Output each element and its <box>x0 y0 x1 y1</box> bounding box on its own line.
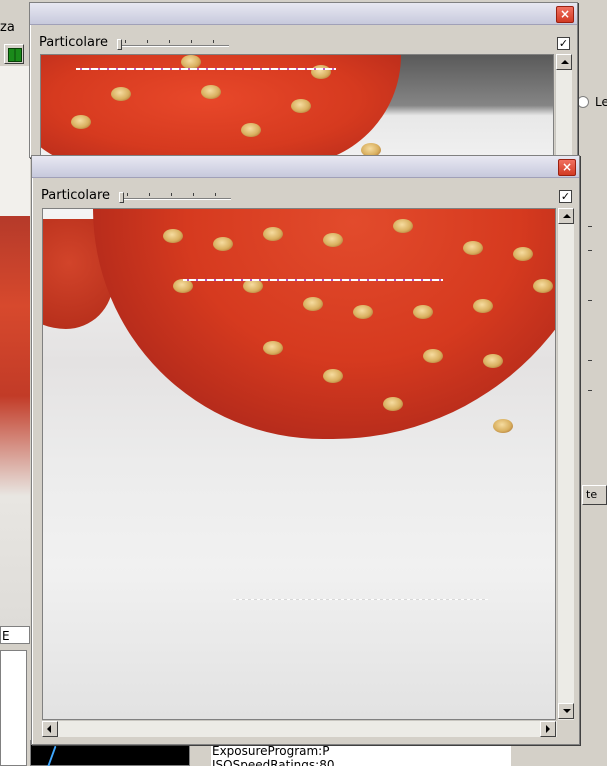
zoom-slider-thumb[interactable] <box>119 192 124 203</box>
scroll-right-icon[interactable] <box>540 721 556 737</box>
seed <box>303 297 323 311</box>
seed <box>533 279 553 293</box>
seed <box>243 279 263 293</box>
seed <box>483 354 503 368</box>
seed <box>291 99 311 113</box>
horizontal-scrollbar[interactable] <box>42 720 557 737</box>
close-icon[interactable]: × <box>556 6 574 23</box>
detail-window-front: × Particolare ✓ <box>31 155 580 745</box>
background-right-button[interactable]: te <box>582 485 607 505</box>
seed <box>413 305 433 319</box>
vertical-scrollbar[interactable] <box>555 54 572 157</box>
seed <box>263 227 283 241</box>
strawberry <box>41 55 401 156</box>
seed <box>201 85 221 99</box>
seed <box>111 87 131 101</box>
scroll-up-icon[interactable] <box>558 208 574 224</box>
background-tick <box>588 360 592 361</box>
exif-info-text: ExposureProgram:P ISOSpeedRatings:80 <box>211 744 511 766</box>
seed <box>163 229 183 243</box>
background-list-box[interactable] <box>0 650 27 766</box>
checkbox-icon[interactable]: ✓ <box>557 37 570 50</box>
background-tick <box>588 226 592 227</box>
seed <box>393 219 413 233</box>
vertical-scrollbar[interactable] <box>557 208 574 720</box>
scroll-down-icon[interactable] <box>558 703 574 719</box>
window-titlebar[interactable] <box>32 156 579 178</box>
seed <box>473 299 493 313</box>
radio-label: Le <box>595 95 607 109</box>
zoom-slider-thumb[interactable] <box>117 39 122 50</box>
seed <box>241 123 261 137</box>
exif-line: ISOSpeedRatings:80 <box>212 758 335 766</box>
scan-artifact <box>233 599 488 600</box>
seed <box>383 397 403 411</box>
image-viewport[interactable] <box>40 54 554 157</box>
seed <box>181 55 201 69</box>
seed <box>323 369 343 383</box>
scan-artifact <box>76 68 336 70</box>
grid-icon[interactable] <box>4 44 24 64</box>
seed <box>323 233 343 247</box>
background-title-fragment: za <box>0 20 15 35</box>
background-tick <box>588 250 592 251</box>
scroll-up-icon[interactable] <box>556 54 572 70</box>
zoom-slider[interactable] <box>117 37 229 51</box>
seed <box>513 247 533 261</box>
seed <box>263 341 283 355</box>
background-tick <box>588 390 592 391</box>
seed <box>353 305 373 319</box>
scroll-left-icon[interactable] <box>42 721 58 737</box>
seed <box>423 349 443 363</box>
seed <box>213 237 233 251</box>
image-viewport[interactable] <box>42 208 556 720</box>
toolbar-label: Particolare <box>39 35 109 50</box>
background-right-panel <box>581 90 607 520</box>
seed <box>493 419 513 433</box>
seed <box>71 115 91 129</box>
window-titlebar[interactable] <box>30 3 577 25</box>
background-image-preview <box>0 66 30 626</box>
detail-window-back: × Particolare ✓ <box>29 2 578 158</box>
seed <box>173 279 193 293</box>
toolbar-label: Particolare <box>41 188 111 203</box>
radio-button[interactable] <box>577 96 589 108</box>
exif-line: ExposureProgram:P <box>212 744 330 758</box>
checkbox-icon[interactable]: ✓ <box>559 190 572 203</box>
close-icon[interactable]: × <box>558 159 576 176</box>
background-left-label: E <box>0 626 30 644</box>
seed <box>463 241 483 255</box>
background-tick <box>588 300 592 301</box>
zoom-slider[interactable] <box>119 190 231 204</box>
scan-artifact <box>183 279 443 281</box>
